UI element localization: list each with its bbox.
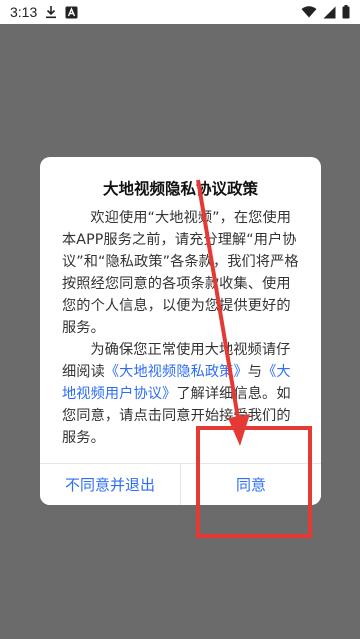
signal-icon: [323, 6, 336, 19]
privacy-policy-link[interactable]: 《大地视频隐私政策》: [105, 364, 248, 380]
and-text: 与: [247, 364, 263, 380]
disagree-exit-button[interactable]: 不同意并退出: [40, 464, 181, 505]
dialog-paragraph-links: 为确保您正常使用大地视频请仔细阅读《大地视频隐私政策》与《大地视频用户协议》了解…: [62, 339, 303, 449]
status-time: 3:13: [10, 4, 38, 20]
dialog-title: 大地视频隐私协议政策: [102, 180, 258, 198]
status-right: [301, 5, 350, 19]
dialog-button-row: 不同意并退出 同意: [40, 463, 321, 505]
battery-icon: [342, 5, 350, 19]
status-left: 3:13: [10, 4, 78, 20]
wifi-icon: [301, 6, 317, 18]
download-icon: [45, 5, 57, 19]
privacy-dialog: 大地视频隐私协议政策 欢迎使用“大地视频”，在您使用本APP服务之前，请充分理解…: [40, 157, 321, 505]
app-a-icon: [65, 6, 78, 19]
status-bar: 3:13: [0, 0, 360, 24]
dialog-body: 欢迎使用“大地视频”，在您使用本APP服务之前，请充分理解“用户协议”和“隐私政…: [62, 207, 303, 449]
agree-button[interactable]: 同意: [181, 464, 321, 505]
dialog-paragraph-intro: 欢迎使用“大地视频”，在您使用本APP服务之前，请充分理解“用户协议”和“隐私政…: [62, 210, 299, 336]
